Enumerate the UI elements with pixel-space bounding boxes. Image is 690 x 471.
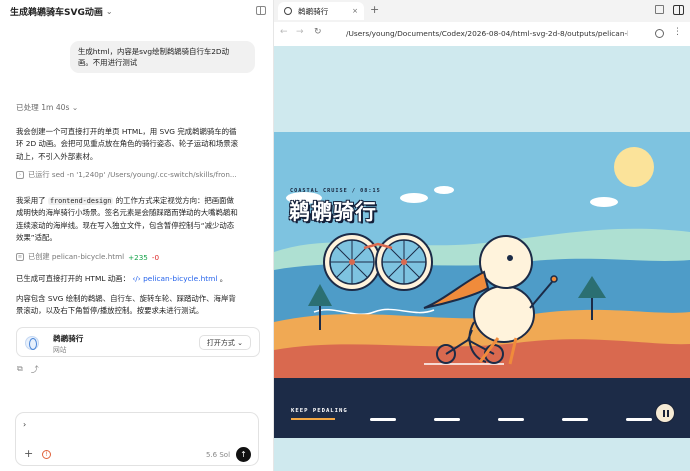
reload-icon[interactable]: ↻ bbox=[314, 27, 322, 37]
user-message-line: 生成html，内容是svg绘制鹈鹕骑自行车2D动 bbox=[78, 47, 230, 56]
card-title: 鹈鹕骑行 bbox=[53, 334, 84, 343]
globe-icon bbox=[284, 7, 292, 15]
paragraph-line: 连续滚动的海岸线。现在写入独立文件，包含暂停控制与“减少动态 bbox=[16, 220, 235, 230]
message-actions: ⧉ ⤴ bbox=[17, 364, 39, 375]
file-link[interactable]: pelican-bicycle.html bbox=[143, 274, 217, 283]
lines-added: +235 bbox=[128, 252, 148, 262]
paragraph-line: 动上，不引入外部素材。 bbox=[16, 151, 98, 161]
forward-arrow-icon[interactable]: → bbox=[296, 27, 304, 37]
composer-input[interactable]: › bbox=[23, 420, 26, 429]
user-message-line: 画。不用进行测试 bbox=[78, 58, 138, 67]
website-card[interactable]: 鹈鹕骑行 网站 打开方式 ⌄ bbox=[16, 327, 260, 357]
tab-title: 鹈鹕骑行 bbox=[298, 6, 329, 16]
paragraph-line: 我采用了 frontend-design 的工作方式来定视觉方向：把画面做 bbox=[16, 195, 260, 207]
assistant-paragraph: 我采用了 frontend-design 的工作方式来定视觉方向：把画面做 成明… bbox=[16, 195, 260, 245]
composer[interactable]: › + ! 5.6 Sol ↑ bbox=[15, 412, 259, 466]
chat-title[interactable]: 生成鹈鹕骑车SVG动画 bbox=[10, 5, 103, 18]
scene-title: 鹈鹕骑行 bbox=[289, 200, 377, 224]
paragraph-line: 环 2D 动画。会把可见重点放在角色的骑行姿态、轮子运动和场景滚 bbox=[16, 139, 239, 149]
paragraph-line: 内容包含 SVG 绘制的鹈鹕、自行车、旋转车轮、踩踏动作、海岸背 bbox=[16, 294, 236, 303]
open-with-button[interactable]: 打开方式 ⌄ bbox=[198, 335, 251, 350]
file-link-icon: ‹/› bbox=[132, 274, 141, 283]
file-created-text: 已创建 pelican-bicycle.html bbox=[28, 252, 125, 261]
assistant-paragraph: 我会创建一个可直接打开的单页 HTML，用 SVG 完成鹈鹕骑车的循 环 2D … bbox=[16, 126, 260, 163]
sidebar-toggle-icon[interactable] bbox=[673, 5, 684, 15]
user-message: 生成html，内容是svg绘制鹈鹕骑自行车2D动 画。不用进行测试 bbox=[70, 41, 255, 73]
panel-toggle-icon[interactable] bbox=[256, 6, 266, 15]
tab-pelican[interactable]: 鹈鹕骑行 × bbox=[278, 2, 364, 20]
more-options-icon[interactable]: ⋮ bbox=[673, 27, 682, 37]
paragraph-text: 。 bbox=[219, 274, 228, 283]
address-bar: ← → ↻ /Users/young/Documents/Codex/2026-… bbox=[274, 22, 690, 46]
file-icon: ≡ bbox=[16, 253, 24, 261]
processed-toggle[interactable]: 已处理 1m 40s ⌄ bbox=[16, 102, 78, 113]
new-tab-button[interactable]: + bbox=[370, 3, 379, 16]
status-text: KEEP PEDALING bbox=[291, 408, 348, 414]
add-icon[interactable] bbox=[655, 29, 664, 38]
chat-header: 生成鹈鹕骑车SVG动画 ⌄ bbox=[0, 0, 274, 22]
card-subtitle: 网站 bbox=[53, 346, 67, 354]
command-text: 已运行 sed -n '1,240p' /Users/young/.cc-swi… bbox=[28, 170, 237, 179]
lines-removed: -0 bbox=[151, 252, 160, 262]
inline-code: frontend-design bbox=[47, 197, 114, 205]
pause-button[interactable] bbox=[655, 403, 675, 423]
warning-icon[interactable]: ! bbox=[42, 450, 51, 459]
paragraph-line: 效果”适配。 bbox=[16, 233, 57, 243]
copy-icon[interactable]: ⧉ bbox=[17, 364, 23, 375]
processed-label: 已处理 1m 40s bbox=[16, 103, 70, 112]
back-arrow-icon[interactable]: ← bbox=[280, 27, 288, 37]
add-attachment-icon[interactable]: + bbox=[24, 448, 33, 459]
popout-icon[interactable] bbox=[655, 5, 664, 14]
close-icon[interactable]: × bbox=[352, 7, 358, 15]
send-button[interactable]: ↑ bbox=[236, 447, 251, 462]
paragraph-text: 已生成可直接打开的 HTML 动画： bbox=[16, 274, 130, 283]
file-created-row[interactable]: ≡ 已创建 pelican-bicycle.html +235 -0 bbox=[16, 252, 159, 262]
browser-pane: 鹈鹕骑行 × + ← → ↻ /Users/young/Documents/Co… bbox=[274, 0, 690, 471]
paragraph-line: 景滚动，以及右下角暂停/播放控制。按要求未进行测试。 bbox=[16, 306, 204, 316]
chat-pane: 生成鹈鹕骑车SVG动画 ⌄ 生成html，内容是svg绘制鹈鹕骑自行车2D动 画… bbox=[0, 0, 274, 471]
scene-kicker: COASTAL CRUISE / 08:15 bbox=[290, 188, 381, 194]
assistant-paragraph: 已生成可直接打开的 HTML 动画： ‹/› pelican-bicycle.h… bbox=[16, 273, 260, 285]
terminal-icon: › bbox=[16, 171, 24, 179]
page-viewport: COASTAL CRUISE / 08:15 鹈鹕骑行 KEEP PEDALIN… bbox=[274, 46, 690, 471]
paragraph-line: 成明快的海岸骑行小场景。签名元素是会随踩踏而弹动的大嘴鹈鹕和 bbox=[16, 208, 238, 218]
paragraph-text: 的工作方式来定视觉方向：把画面做 bbox=[115, 196, 234, 205]
tab-bar: 鹈鹕骑行 × + bbox=[274, 0, 690, 22]
paragraph-text: 我采用了 bbox=[16, 196, 46, 205]
share-icon[interactable]: ⤴ bbox=[31, 364, 39, 375]
paragraph-line: 我会创建一个可直接打开的单页 HTML，用 SVG 完成鹈鹕骑车的循 bbox=[16, 127, 237, 136]
sun bbox=[614, 147, 654, 187]
pelican-scene bbox=[274, 132, 690, 438]
globe-icon bbox=[25, 336, 39, 350]
chevron-down-icon: ⌄ bbox=[71, 103, 79, 112]
assistant-paragraph: 内容包含 SVG 绘制的鹈鹕、自行车、旋转车轮、踩踏动作、海岸背 景滚动，以及右… bbox=[16, 293, 260, 318]
chevron-down-icon[interactable]: ⌄ bbox=[106, 7, 113, 16]
command-run-row[interactable]: › 已运行 sed -n '1,240p' /Users/young/.cc-s… bbox=[16, 170, 237, 180]
model-selector[interactable]: 5.6 Sol bbox=[206, 451, 230, 459]
url-field[interactable]: /Users/young/Documents/Codex/2026-08-04/… bbox=[346, 29, 628, 38]
status-underline bbox=[291, 418, 335, 420]
